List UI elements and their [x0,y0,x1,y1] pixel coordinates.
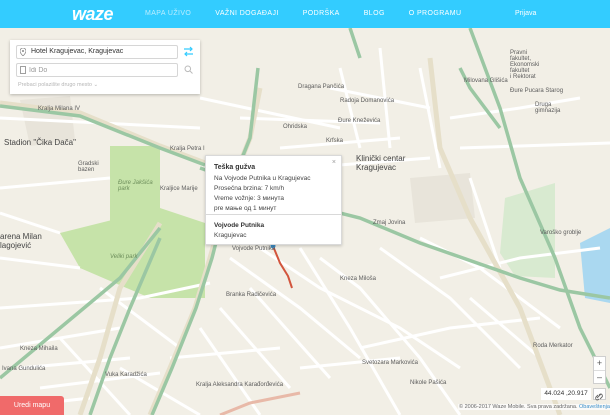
top-bar: waze MAPA UŽIVO VAŽNI DOGAĐAJI PODRŠKA B… [0,0,610,28]
search-icon[interactable] [184,65,193,74]
waze-logo[interactable]: waze [72,4,114,25]
popup-updated: pre мање од 1 минут [214,205,277,212]
label-faculty: Pravni fakultet, Ekonomski fakultet i Rektor… [510,50,540,80]
label-kneza-milosa: Kneza Miloša [340,276,377,282]
label-kralja-aleksandra: Kralja Aleksandra Karađorđevića [196,382,284,388]
zoom-out-button[interactable]: – [594,371,605,384]
nav-about[interactable]: O PROGRAMU [409,0,462,28]
label-stadium: Stadion "Čika Dača" [4,138,76,147]
label-dure-kneza: Đure Kneževića [338,118,381,124]
notices-link[interactable]: Obaveštenja [579,404,610,410]
label-branka: Branka Radičevića [226,292,277,298]
label-dure-pucara: Đure Pucara Starog [510,88,564,94]
label-radoja: Radoja Domanovića [340,98,395,104]
label-zmaj-jovina: Zmaj Jovina [373,220,406,226]
traffic-popup: × Teška gužva Na Vojvode Putnika u Kragu… [205,155,342,245]
link-icon [595,393,603,401]
label-milovana-glisica: Milovana Glišića [464,78,508,84]
change-departure-link[interactable]: Prebaci polazište drugo mesto ⌄ [18,82,98,88]
popup-divider [206,214,341,215]
nav-live-map[interactable]: MAPA UŽIVO [145,0,191,28]
label-ohridska: Ohridska [283,124,308,130]
label-kralja-petra: Kralja Petra I [170,146,205,152]
route-search-panel: Hotel Kragujevac, Kragujevac Prebaci pol… [10,40,200,94]
chevron-down-icon: ⌄ [93,82,99,88]
from-value: Hotel Kragujevac, Kragujevac [31,48,124,55]
from-field[interactable]: Hotel Kragujevac, Kragujevac [16,45,178,59]
label-vojvode-putnika: Vojvode Putnika [232,246,276,252]
label-nikole-pasica: Nikole Pašića [410,380,447,386]
copyright-notice: © 2006-2017 Waze Mobile. Sva prava zadrž… [458,404,610,410]
label-djure-park: Đure Jakšića park [118,180,153,192]
label-dragana: Dragana Pančića [298,84,345,90]
nav-support[interactable]: PODRŠKA [303,0,340,28]
to-input[interactable] [29,65,169,75]
popup-travel-time: Vreme vožnje: 3 минута [214,195,284,202]
label-kraljice-marije: Kraljice Marije [160,186,198,192]
destination-flag-icon [20,66,26,74]
label-svetozara: Svetozara Markovića [362,360,419,366]
label-kneza-mihaila: Kneza Mihaila [20,346,58,352]
label-gimnazija: Druga gimnazija [535,102,561,114]
label-veliki-park: Veliki park [110,254,138,260]
edit-map-button[interactable]: Uredi mapu [0,396,64,415]
nav-important-events[interactable]: VAŽNI DOGAĐAJI [215,0,278,28]
popup-city: Kragujevac [214,232,247,239]
permalink-button[interactable] [593,388,606,401]
popup-street: Vojvode Putnika [214,222,265,229]
label-gradski-bazen: Gradski bazen [78,161,99,173]
zoom-controls: + – [593,356,606,384]
main-nav: MAPA UŽIVO VAŽNI DOGAĐAJI PODRŠKA BLOG O… [145,0,485,28]
close-icon[interactable]: × [332,159,336,166]
coordinates-display: 44.024 ,20.917 [541,388,591,400]
location-pin-icon [20,48,26,56]
label-clinic: Klinički centar Kragujevac [356,154,406,172]
label-arena: arena Milan lagojević [0,232,42,250]
swap-icon[interactable] [183,46,194,57]
label-vuka: Vuka Karadžića [105,372,147,378]
label-varosko-groblje: Varoško groblje [540,230,582,236]
popup-location: Na Vojvode Putnika u Kragujevac [214,175,311,182]
nav-blog[interactable]: BLOG [364,0,385,28]
to-field[interactable] [16,63,178,77]
zoom-in-button[interactable]: + [594,357,605,370]
popup-speed: Prosečna brzina: 7 km/h [214,185,285,192]
login-link[interactable]: Prijava [515,0,536,28]
label-ivana: Ivana Gundulića [2,366,46,372]
label-merkator: Roda Merkator [533,343,573,349]
label-kralja-milana: Kralja Milana IV [38,106,81,112]
label-krfska: Krfska [326,138,344,144]
popup-title: Teška gužva [214,164,256,171]
